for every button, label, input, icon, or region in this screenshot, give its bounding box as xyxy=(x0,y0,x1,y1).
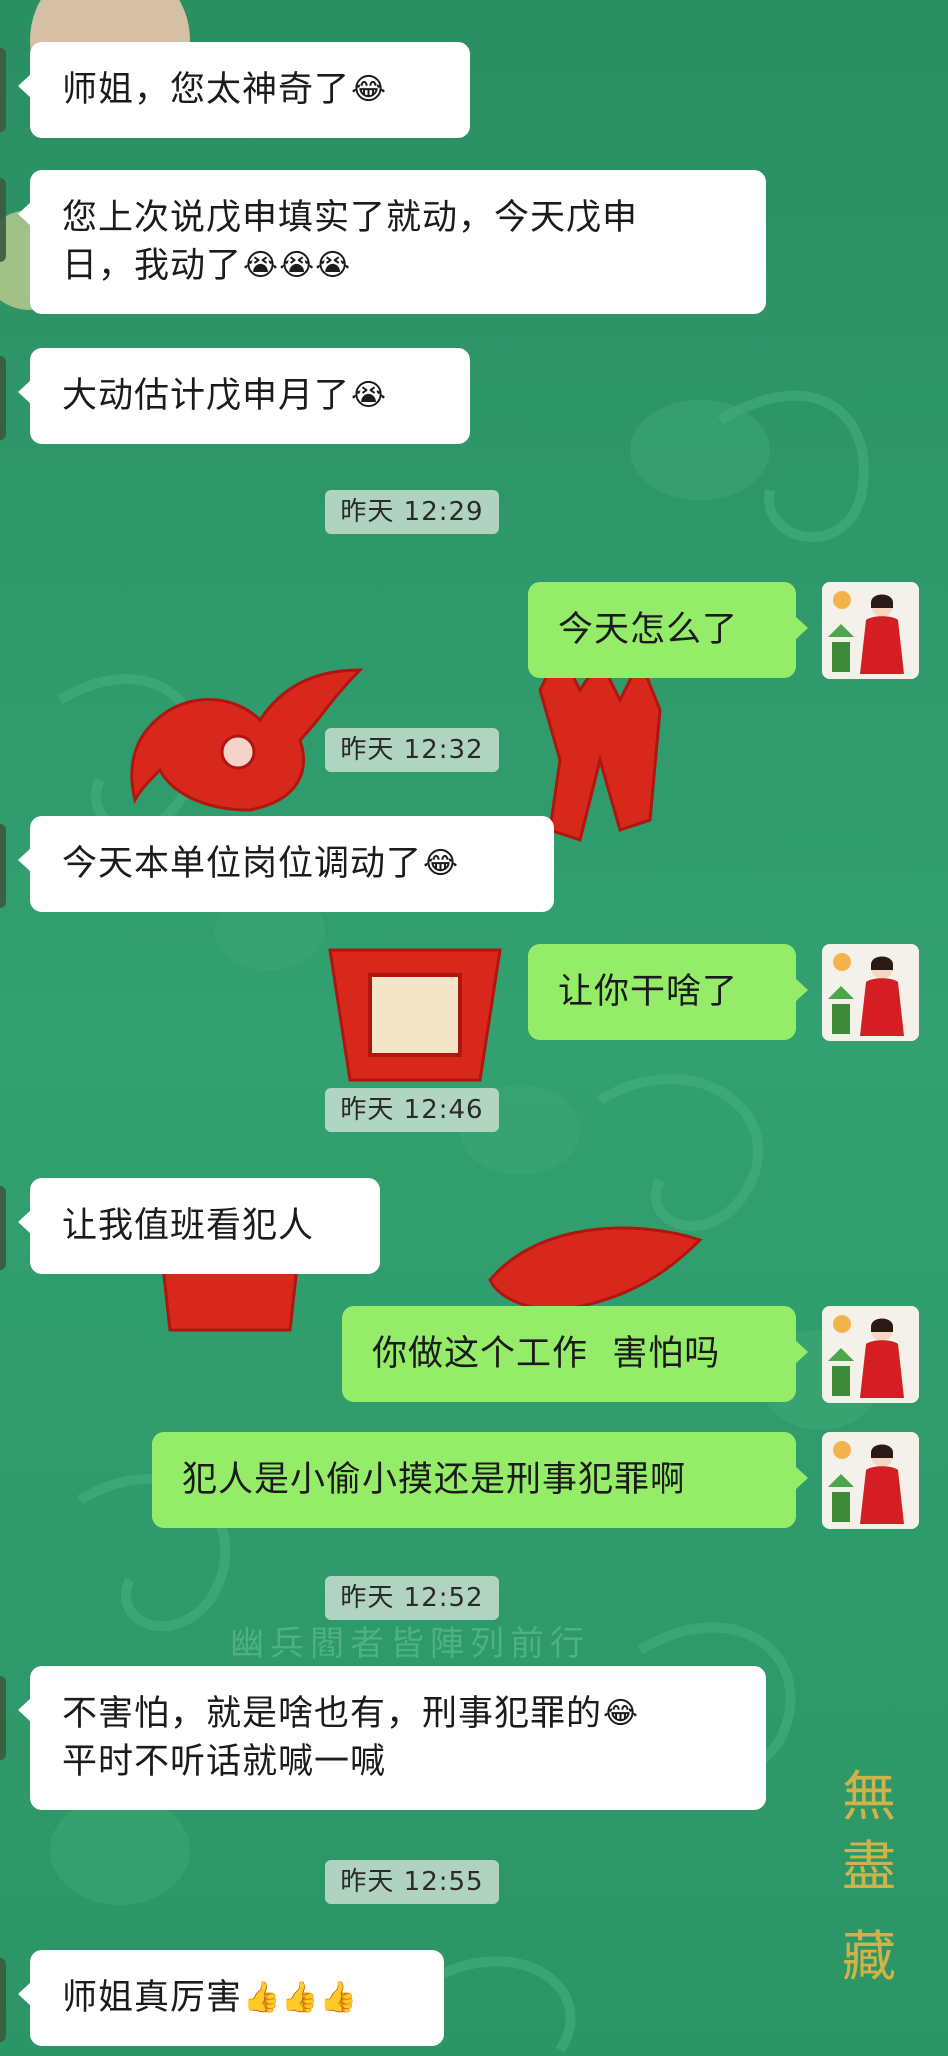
peer-avatar-edge[interactable] xyxy=(0,1676,6,1760)
outgoing-message-bubble[interactable]: 犯人是小偷小摸还是刑事犯罪啊 xyxy=(152,1432,808,1528)
timestamp: 昨天 12:55 xyxy=(325,1860,499,1904)
incoming-message-bubble[interactable]: 让我值班看犯人 xyxy=(18,1178,380,1274)
message-text: 让我值班看犯人 xyxy=(62,1206,315,1246)
message-text: 今天本单位岗位调动了 xyxy=(62,844,423,884)
crying-emoji-icon: 😭😭😭 xyxy=(243,248,352,283)
peer-avatar-edge[interactable] xyxy=(0,1958,6,2042)
timestamp: 昨天 12:52 xyxy=(325,1576,499,1620)
message-text: 你做这个工作 害怕吗 xyxy=(372,1334,721,1374)
laughing-crying-emoji-icon: 😂 xyxy=(603,1696,640,1731)
message-text: 师姐真厉害 xyxy=(62,1978,243,2018)
user-avatar[interactable] xyxy=(822,1432,919,1529)
avatar-portrait-icon xyxy=(822,944,919,1041)
avatar-portrait-icon xyxy=(822,582,919,679)
message-text: 平时不听话就喊一喊 xyxy=(62,1742,387,1782)
incoming-message-bubble[interactable]: 大动估计戊申月了😭 xyxy=(18,348,470,444)
peer-avatar-edge[interactable] xyxy=(0,48,6,132)
message-text: 师姐，您太神奇了 xyxy=(62,70,351,110)
timestamp: 昨天 12:29 xyxy=(325,490,499,534)
incoming-message-bubble[interactable]: 不害怕，就是啥也有，刑事犯罪的😂 平时不听话就喊一喊 xyxy=(18,1666,766,1810)
incoming-message-bubble[interactable]: 您上次说戊申填实了就动，今天戊申 日，我动了😭😭😭 xyxy=(18,170,766,314)
user-avatar[interactable] xyxy=(822,944,919,1041)
avatar-portrait-icon xyxy=(822,1306,919,1403)
outgoing-message-bubble[interactable]: 你做这个工作 害怕吗 xyxy=(342,1306,808,1402)
message-text: 大动估计戊申月了 xyxy=(62,376,351,416)
thumbs-up-emoji-icon: 👍👍👍 xyxy=(243,1980,359,2015)
avatar-portrait-icon xyxy=(822,1432,919,1529)
user-avatar[interactable] xyxy=(822,582,919,679)
incoming-message-bubble[interactable]: 师姐真厉害👍👍👍 xyxy=(18,1950,444,2046)
laughing-crying-emoji-icon: 😂 xyxy=(351,72,388,107)
incoming-message-bubble[interactable]: 今天本单位岗位调动了😂 xyxy=(18,816,554,912)
message-text: 不害怕，就是啥也有，刑事犯罪的 xyxy=(62,1694,603,1734)
peer-avatar-edge[interactable] xyxy=(0,356,6,440)
outgoing-message-bubble[interactable]: 让你干啥了 xyxy=(528,944,808,1040)
message-text: 让你干啥了 xyxy=(558,972,739,1012)
message-text: 犯人是小偷小摸还是刑事犯罪啊 xyxy=(182,1460,687,1500)
user-avatar[interactable] xyxy=(822,1306,919,1403)
peer-avatar-edge[interactable] xyxy=(0,178,6,262)
outgoing-message-bubble[interactable]: 今天怎么了 xyxy=(528,582,808,678)
crying-emoji-icon: 😭 xyxy=(351,378,388,413)
message-text: 今天怎么了 xyxy=(558,610,739,650)
message-text: 您上次说戊申填实了就动，今天戊申 xyxy=(62,198,639,238)
incoming-message-bubble[interactable]: 师姐，您太神奇了😂 xyxy=(18,42,470,138)
peer-avatar-edge[interactable] xyxy=(0,824,6,908)
timestamp: 昨天 12:46 xyxy=(325,1088,499,1132)
peer-avatar-edge[interactable] xyxy=(0,1186,6,1270)
laughing-crying-emoji-icon: 😂 xyxy=(423,846,460,881)
message-text: 日，我动了 xyxy=(62,246,243,286)
timestamp: 昨天 12:32 xyxy=(325,728,499,772)
